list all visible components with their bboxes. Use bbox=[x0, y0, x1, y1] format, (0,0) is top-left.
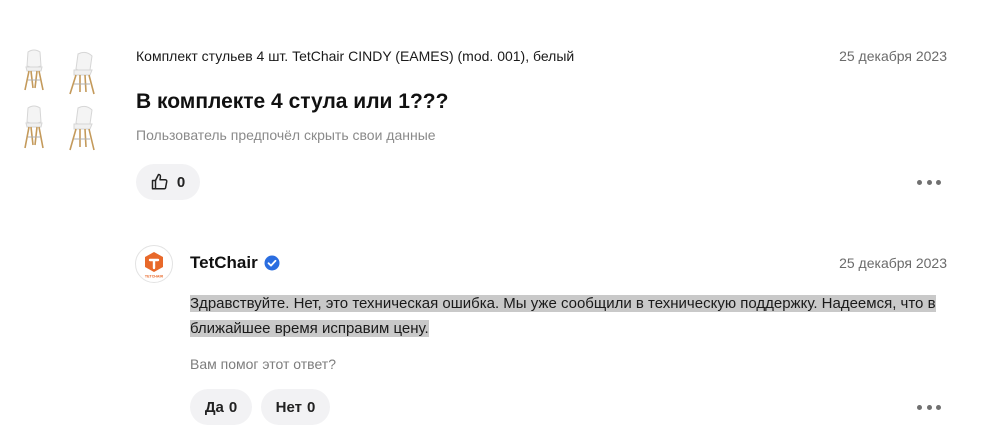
no-count: 0 bbox=[306, 398, 316, 416]
answer-more-icon[interactable] bbox=[917, 401, 941, 413]
chair-icon bbox=[24, 105, 44, 149]
helpful-yes-button[interactable]: Да 0 bbox=[190, 389, 252, 425]
question-author: Пользователь предпочёл скрыть свои данны… bbox=[136, 127, 436, 143]
question-date: 25 декабря 2023 bbox=[839, 48, 947, 64]
yes-count: 0 bbox=[228, 398, 238, 416]
chairs-thumbnail-icon[interactable] bbox=[22, 46, 106, 156]
brand-name: TetChair bbox=[190, 253, 258, 272]
chair-icon bbox=[69, 51, 95, 95]
like-button[interactable]: 0 bbox=[136, 164, 200, 200]
helpful-no-button[interactable]: Нет 0 bbox=[261, 389, 330, 425]
question-more-icon[interactable] bbox=[917, 176, 941, 188]
chair-icon bbox=[24, 49, 44, 91]
answer-date: 25 декабря 2023 bbox=[839, 255, 947, 271]
chair-icon bbox=[69, 105, 95, 151]
product-title-link[interactable]: Комплект стульев 4 шт. TetChair CINDY (E… bbox=[136, 48, 574, 64]
tetchair-logo: TETCHAIR bbox=[135, 245, 173, 283]
brand-logo-icon: TETCHAIR bbox=[145, 252, 164, 279]
verified-check-icon bbox=[264, 255, 280, 271]
thumbs-up-icon bbox=[151, 173, 168, 190]
brand-logo-text: TETCHAIR bbox=[145, 275, 164, 279]
answer-author[interactable]: TetChair bbox=[190, 253, 280, 273]
answer-text: Здравствуйте. Нет, это техническая ошибк… bbox=[190, 291, 946, 341]
question-text: В комплекте 4 стула или 1??? bbox=[136, 90, 449, 113]
yes-label: Да bbox=[204, 398, 224, 416]
helpful-question: Вам помог этот ответ? bbox=[190, 356, 336, 372]
like-count: 0 bbox=[176, 173, 186, 191]
no-label: Нет bbox=[275, 398, 302, 416]
answer-text-highlight: Здравствуйте. Нет, это техническая ошибк… bbox=[190, 295, 936, 337]
